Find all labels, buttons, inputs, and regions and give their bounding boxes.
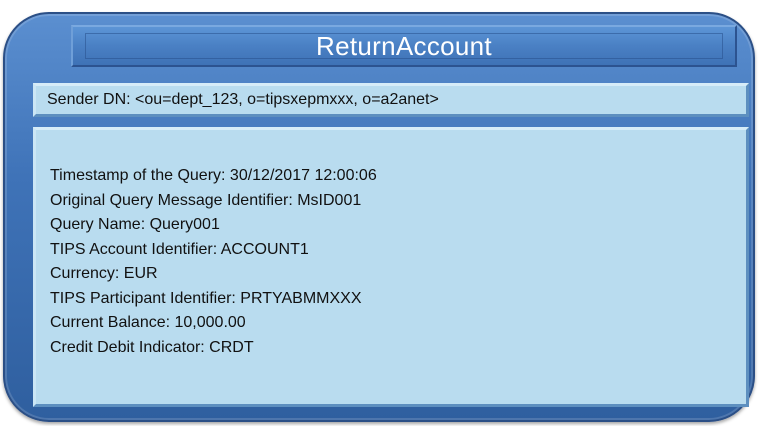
timestamp-line: Timestamp of the Query: 30/12/2017 12:00…: [50, 167, 377, 184]
detail-panel: Timestamp of the Query: 30/12/2017 12:00…: [33, 127, 749, 407]
currency-line: Currency: EUR: [50, 265, 158, 282]
message-title: ReturnAccount: [316, 30, 492, 61]
credit-debit-indicator-line: Credit Debit Indicator: CRDT: [50, 338, 254, 356]
current-balance-line: Current Balance: 10,000.00: [50, 314, 246, 331]
original-message-id-line: Original Query Message Identifier: MsID0…: [50, 191, 362, 209]
sender-dn-box: Sender DN: <ou=dept_123, o=tipsxepmxxx, …: [33, 83, 749, 117]
query-name-line: Query Name: Query001: [50, 216, 220, 233]
sender-dn-text: Sender DN: <ou=dept_123, o=tipsxepmxxx, …: [47, 91, 439, 108]
participant-identifier-line: TIPS Participant Identifier: PRTYABMMXXX: [50, 289, 362, 307]
account-identifier-line: TIPS Account Identifier: ACCOUNT1: [50, 240, 309, 258]
title-bar: ReturnAccount: [71, 25, 737, 67]
diagram-canvas: ReturnAccount Sender DN: <ou=dept_123, o…: [0, 0, 760, 426]
